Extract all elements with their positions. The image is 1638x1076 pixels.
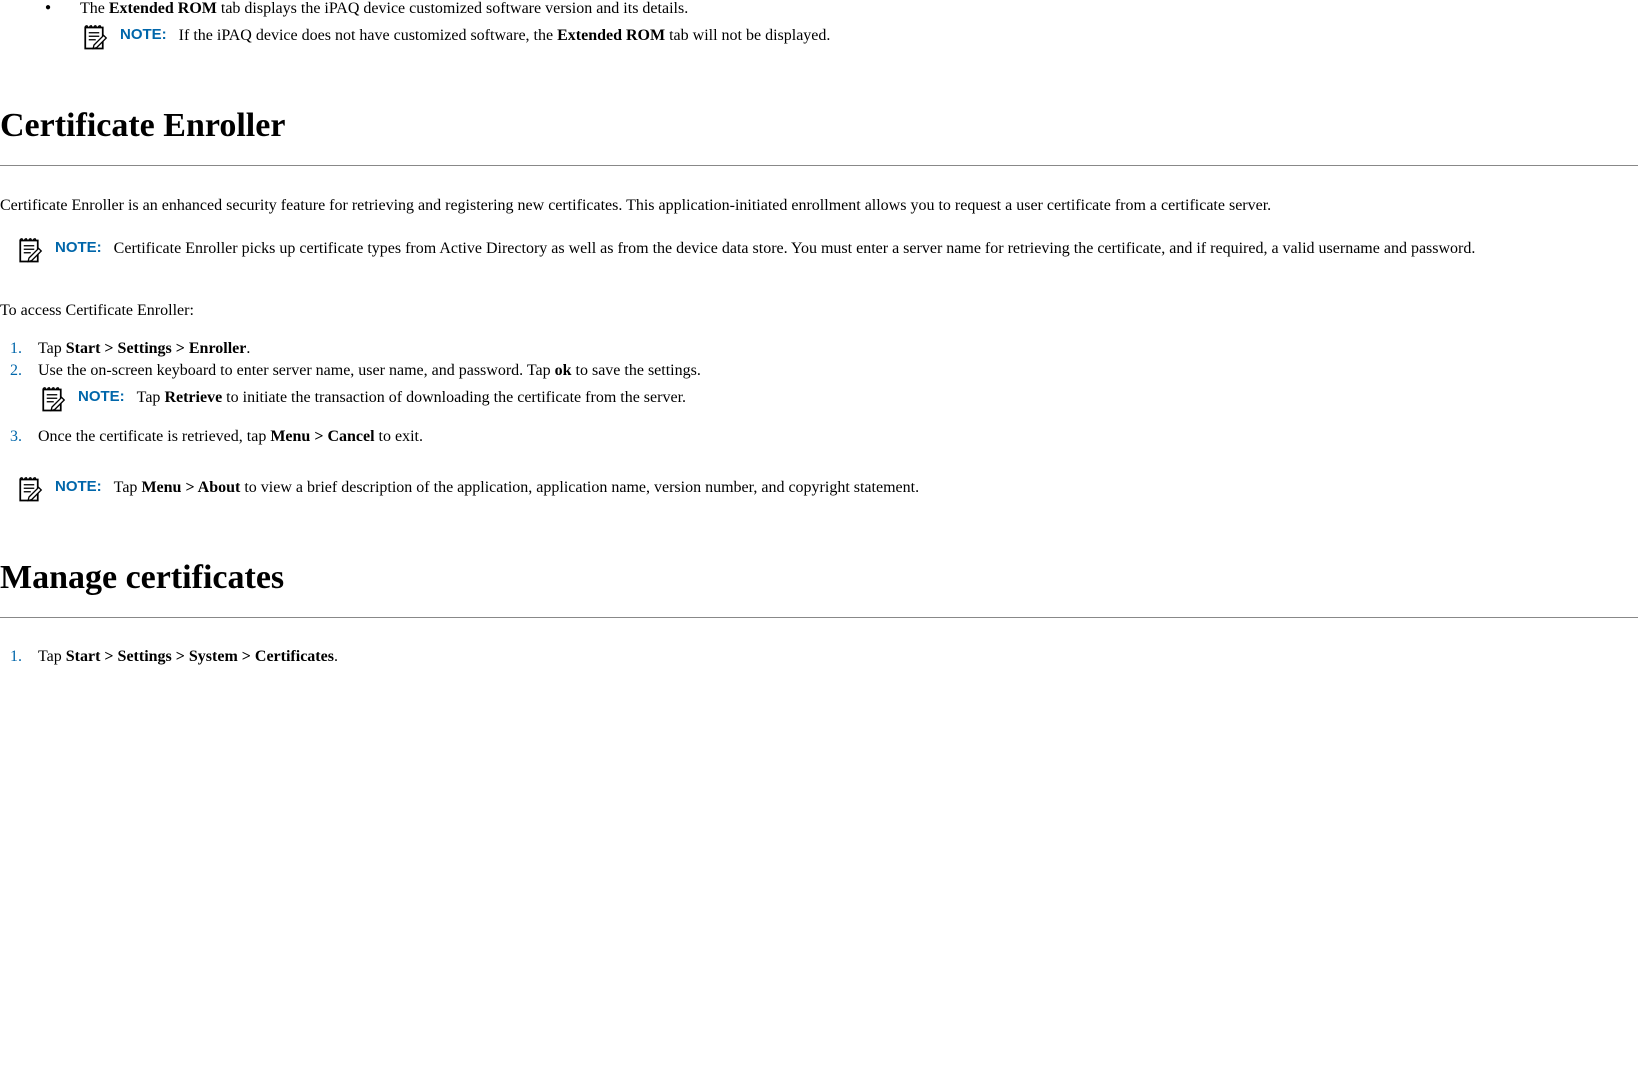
- note-cert-types: NOTE: Certificate Enroller picks up cert…: [15, 237, 1638, 265]
- step-text: Tap Start > Settings > System > Certific…: [38, 648, 1638, 666]
- note-text: If the iPAQ device does not have customi…: [179, 24, 831, 47]
- divider: [0, 617, 1638, 618]
- cert-intro-paragraph: Certificate Enroller is an enhanced secu…: [0, 196, 1638, 217]
- note-text: Tap Retrieve to initiate the transaction…: [137, 386, 686, 409]
- step-text: Tap Start > Settings > Enroller.: [38, 340, 1638, 358]
- note-label: NOTE:: [55, 237, 102, 256]
- note-label: NOTE:: [55, 476, 102, 495]
- bullet-text-bold: Extended ROM: [109, 0, 217, 17]
- step-1: 1. Tap Start > Settings > Enroller.: [10, 340, 1638, 358]
- step-number: 1.: [10, 340, 38, 358]
- note-label: NOTE:: [78, 386, 125, 405]
- manage-step-1: 1. Tap Start > Settings > System > Certi…: [10, 648, 1638, 666]
- note-icon: [38, 386, 66, 414]
- step-number: 2.: [10, 362, 38, 380]
- note-icon: [15, 476, 43, 504]
- heading-certificate-enroller: Certificate Enroller: [0, 107, 1638, 145]
- divider: [0, 165, 1638, 166]
- bullet-text-post: tab displays the iPAQ device customized …: [217, 0, 688, 17]
- note-icon: [80, 24, 108, 52]
- step-3: 3. Once the certificate is retrieved, ta…: [10, 428, 1638, 446]
- note-text: Tap Menu > About to view a brief descrip…: [114, 476, 919, 499]
- heading-manage-certificates: Manage certificates: [0, 559, 1638, 597]
- step-text: Once the certificate is retrieved, tap M…: [38, 428, 1638, 446]
- bullet-extended-rom: The Extended ROM tab displays the iPAQ d…: [45, 0, 1638, 52]
- note-extended-rom: NOTE: If the iPAQ device does not have c…: [80, 24, 1638, 52]
- note-text: Certificate Enroller picks up certificat…: [114, 237, 1476, 260]
- access-intro: To access Certificate Enroller:: [0, 301, 1638, 322]
- step-2: 2. Use the on-screen keyboard to enter s…: [10, 362, 1638, 380]
- step-text: Use the on-screen keyboard to enter serv…: [38, 362, 1638, 380]
- step-number: 3.: [10, 428, 38, 446]
- bullet-text-pre: The: [80, 0, 109, 17]
- note-label: NOTE:: [120, 24, 167, 43]
- note-menu-about: NOTE: Tap Menu > About to view a brief d…: [15, 476, 1638, 504]
- note-icon: [15, 237, 43, 265]
- note-retrieve: NOTE: Tap Retrieve to initiate the trans…: [38, 386, 1638, 414]
- step-number: 1.: [10, 648, 38, 666]
